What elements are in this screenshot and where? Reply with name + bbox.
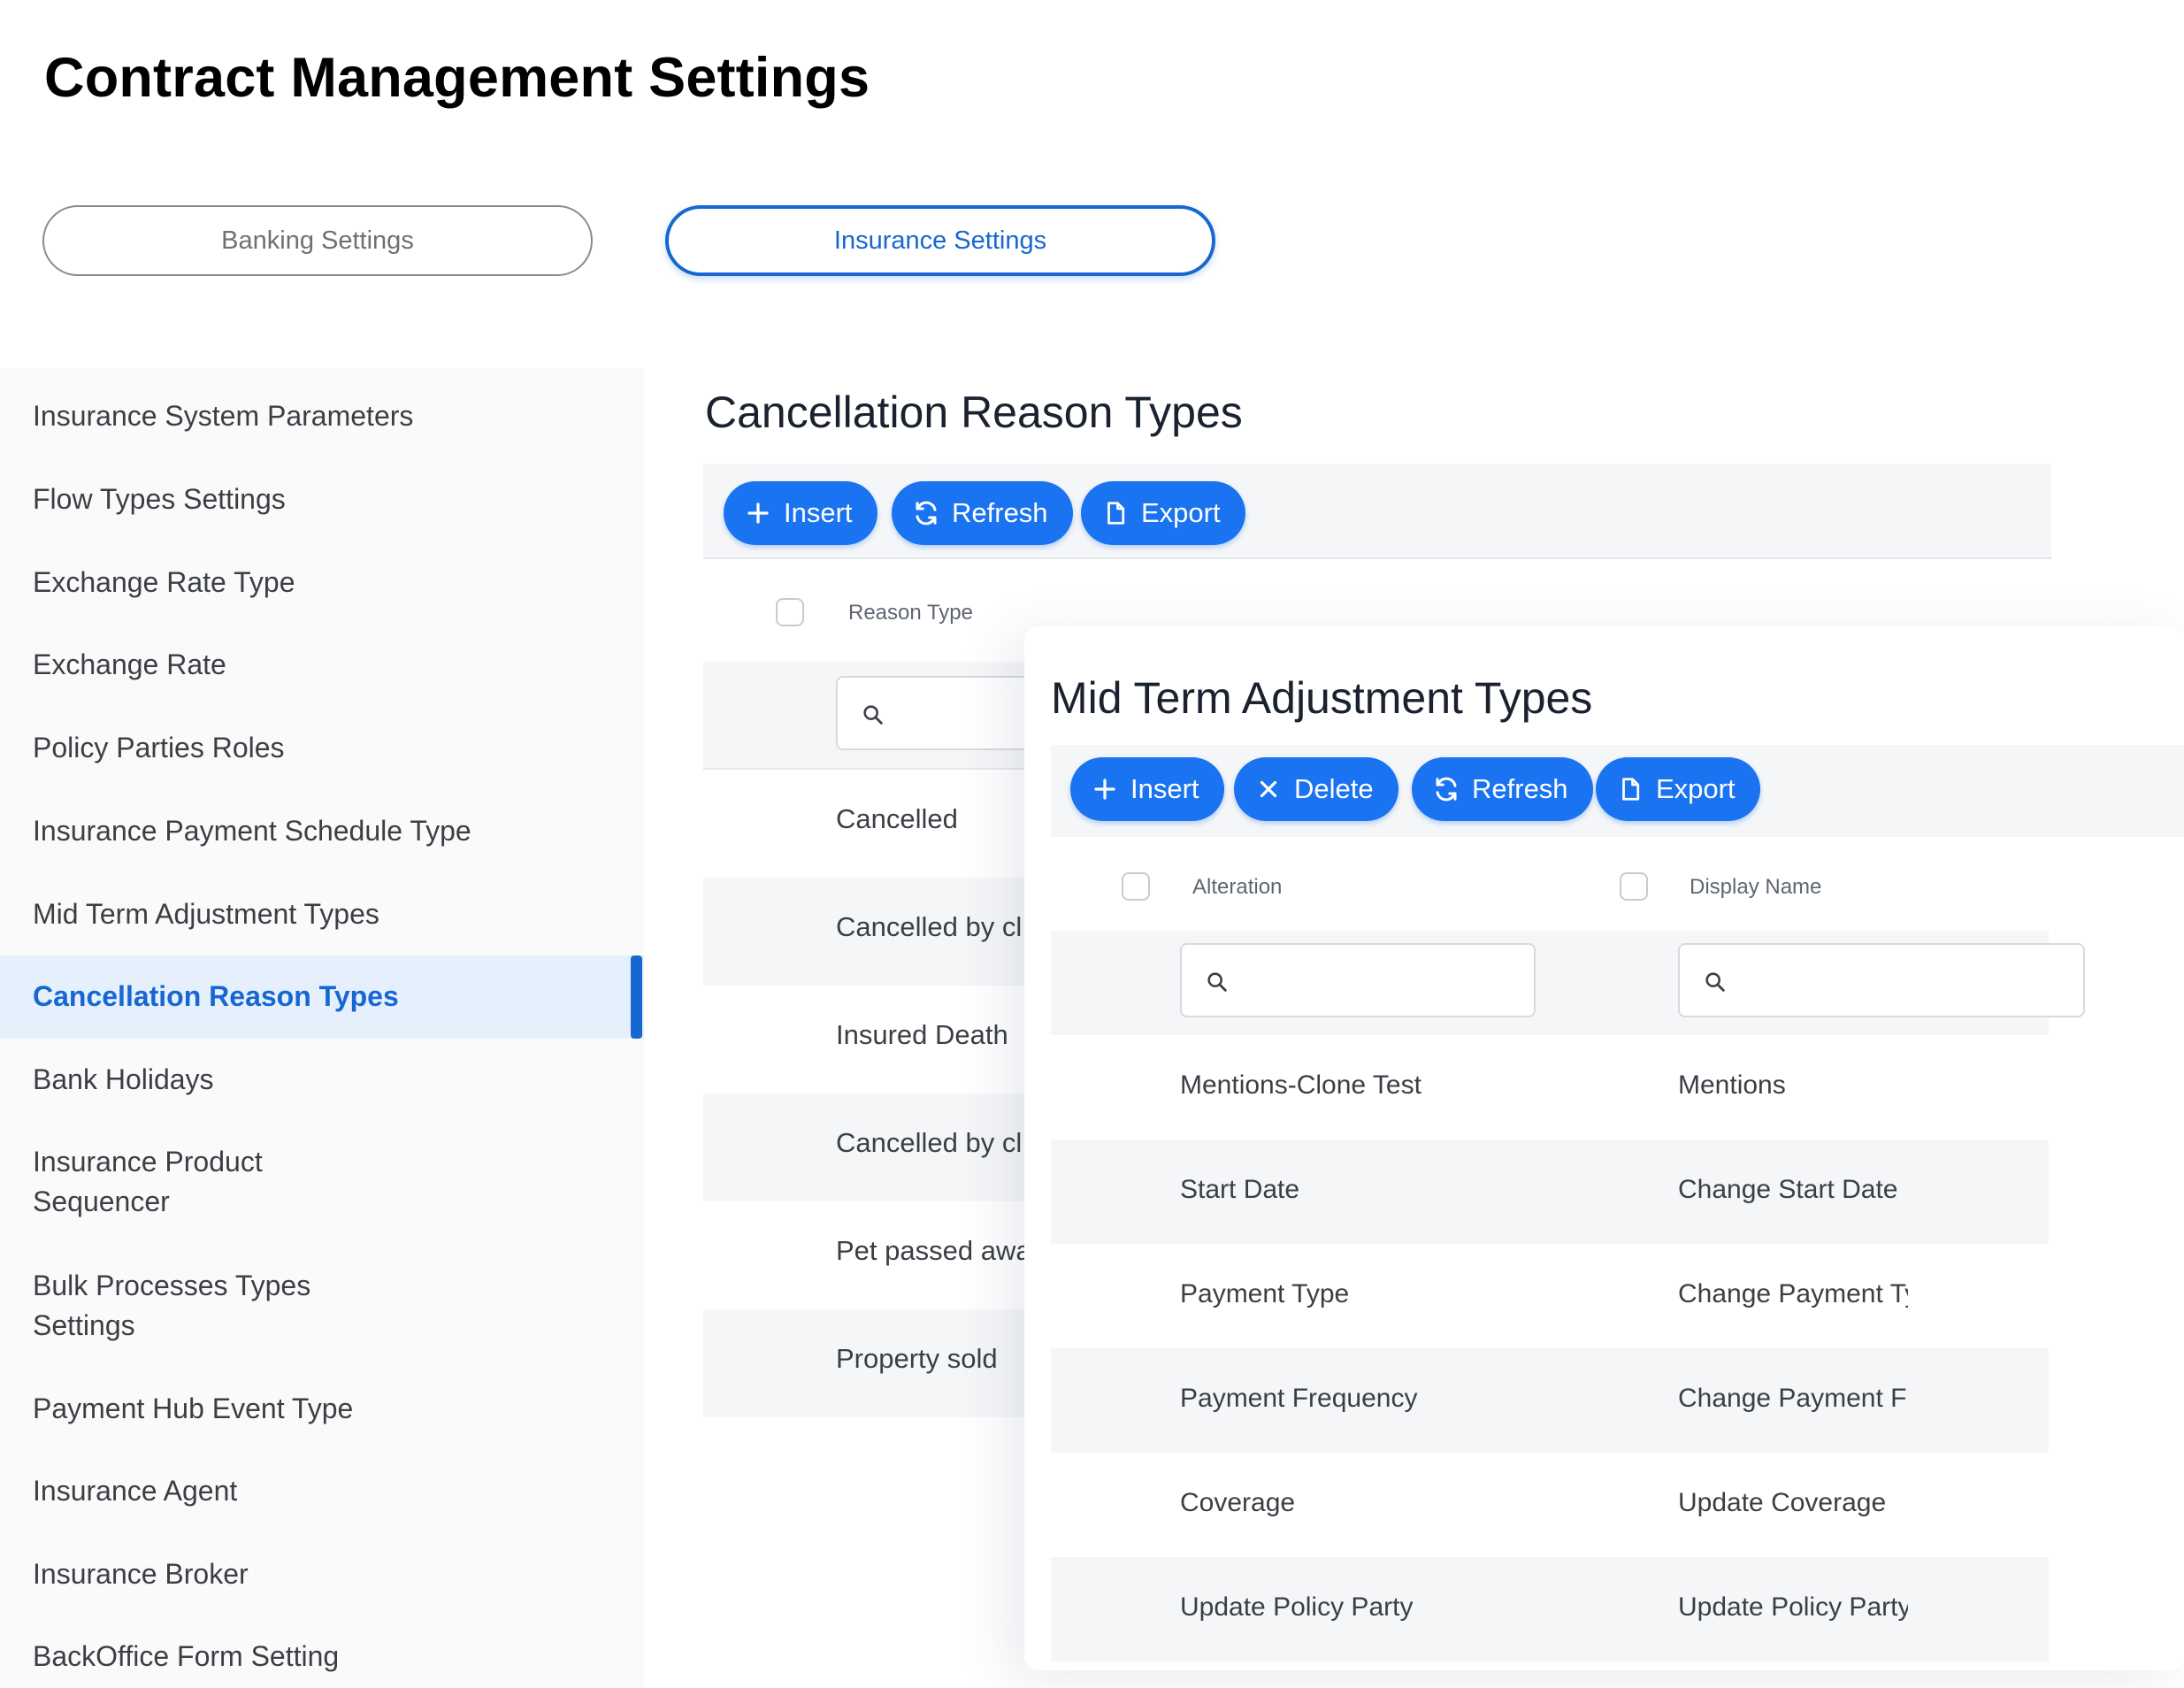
display-name-cell: Update Coverage xyxy=(1678,1488,1887,1517)
sidebar-item-payment-hub-event-type[interactable]: Payment Hub Event Type xyxy=(33,1389,617,1429)
plus-icon xyxy=(747,503,769,524)
cancellation-refresh-button[interactable]: Refresh xyxy=(892,481,1073,545)
sidebar-item-cancellation-reason-types[interactable]: Cancellation Reason Types xyxy=(33,977,617,1017)
mid-term-delete-button[interactable]: Delete xyxy=(1234,757,1399,821)
sidebar-item-insurance-payment-schedule-type[interactable]: Insurance Payment Schedule Type xyxy=(33,811,617,851)
select-all-checkbox[interactable] xyxy=(776,598,804,626)
mid-term-refresh-button[interactable]: Refresh xyxy=(1412,757,1593,821)
display-name-cell: Change Payment Type xyxy=(1678,1279,1908,1308)
alteration-cell: Payment Type xyxy=(1180,1279,1350,1308)
table-row[interactable]: Coverage Update Coverage xyxy=(1051,1453,2049,1557)
sidebar-item-mid-term-adjustment-types[interactable]: Mid Term Adjustment Types xyxy=(33,894,617,934)
mid-term-adjustment-panel: Mid Term Adjustment Types Insert Delete … xyxy=(1024,626,2184,1670)
file-icon xyxy=(1107,502,1125,525)
alteration-search-input[interactable] xyxy=(1180,943,1536,1017)
sidebar-item-policy-parties-roles[interactable]: Policy Parties Roles xyxy=(33,728,617,768)
table-row[interactable]: Update Policy Party Update Policy Party xyxy=(1051,1557,2049,1661)
refresh-label: Refresh xyxy=(1472,773,1568,804)
close-icon xyxy=(1260,780,1277,798)
sidebar-item-bulk-processes-types-settings[interactable]: Bulk Processes Types Settings xyxy=(33,1266,333,1346)
column-header-reason-type[interactable]: Reason Type xyxy=(848,601,973,625)
column-header-alteration[interactable]: Alteration xyxy=(1192,875,1282,900)
cancellation-section-title: Cancellation Reason Types xyxy=(705,387,1243,437)
export-label: Export xyxy=(1656,773,1736,804)
reason-type-cell: Cancelled xyxy=(836,803,958,834)
reason-type-cell: Cancelled by cl xyxy=(836,911,1023,942)
reason-type-cell: Insured Death xyxy=(836,1019,1008,1050)
search-icon xyxy=(1207,972,1227,992)
display-name-cell: Change Start Date xyxy=(1678,1175,1898,1204)
alteration-cell: Payment Frequency xyxy=(1180,1384,1418,1413)
mid-term-export-button[interactable]: Export xyxy=(1596,757,1760,821)
display-name-cell: Update Policy Party xyxy=(1678,1592,1908,1622)
alteration-cell: Coverage xyxy=(1180,1488,1296,1517)
sidebar-item-exchange-rate-type[interactable]: Exchange Rate Type xyxy=(33,563,617,602)
refresh-label: Refresh xyxy=(952,497,1048,528)
page-title: Contract Management Settings xyxy=(44,47,870,109)
file-icon xyxy=(1622,778,1640,801)
display-name-search-input[interactable] xyxy=(1678,943,2085,1017)
table-row[interactable]: Mentions-Clone Test Mentions xyxy=(1051,1035,2049,1139)
search-icon xyxy=(863,705,883,725)
mid-term-section-title: Mid Term Adjustment Types xyxy=(1051,673,1593,723)
sidebar-item-insurance-broker[interactable]: Insurance Broker xyxy=(33,1554,617,1594)
mid-term-filter-row xyxy=(1051,931,2085,1035)
sidebar-item-insurance-system-parameters[interactable]: Insurance System Parameters xyxy=(33,396,617,436)
sidebar-item-backoffice-form-setting[interactable]: BackOffice Form Setting xyxy=(33,1637,617,1676)
reason-type-cell: Property sold xyxy=(836,1343,998,1374)
insert-label: Insert xyxy=(784,497,853,528)
insert-label: Insert xyxy=(1130,773,1199,804)
cancellation-insert-button[interactable]: Insert xyxy=(724,481,877,545)
select-all-display-name-checkbox[interactable] xyxy=(1620,872,1648,901)
alteration-cell: Update Policy Party xyxy=(1180,1592,1414,1622)
display-name-cell: Mentions xyxy=(1678,1070,1786,1100)
sidebar-item-insurance-agent[interactable]: Insurance Agent xyxy=(33,1471,617,1511)
search-icon xyxy=(1705,972,1725,992)
sidebar-item-insurance-product-sequencer[interactable]: Insurance Product Sequencer xyxy=(33,1142,325,1222)
mid-term-insert-button[interactable]: Insert xyxy=(1070,757,1224,821)
sidebar-item-exchange-rate[interactable]: Exchange Rate xyxy=(33,645,617,685)
reason-type-cell: Pet passed awa xyxy=(836,1235,1031,1266)
table-row[interactable]: Start Date Change Start Date xyxy=(1051,1139,2049,1244)
sidebar-selected-indicator xyxy=(631,955,642,1039)
table-row[interactable]: Payment Type Change Payment Type xyxy=(1051,1244,2049,1348)
export-label: Export xyxy=(1141,497,1221,528)
plus-icon xyxy=(1094,779,1115,800)
select-all-alteration-checkbox[interactable] xyxy=(1122,872,1150,901)
refresh-icon xyxy=(916,501,937,526)
refresh-icon xyxy=(1436,777,1457,802)
table-row[interactable]: Payment Frequency Change Payment Frequen… xyxy=(1051,1348,2049,1453)
delete-label: Delete xyxy=(1294,773,1374,804)
tab-banking-settings[interactable]: Banking Settings xyxy=(42,205,593,276)
tab-insurance-settings[interactable]: Insurance Settings xyxy=(665,205,1215,276)
display-name-cell: Change Payment Frequency xyxy=(1678,1384,1908,1413)
column-header-display-name[interactable]: Display Name xyxy=(1690,875,1821,900)
cancellation-export-button[interactable]: Export xyxy=(1081,481,1245,545)
sidebar-item-flow-types-settings[interactable]: Flow Types Settings xyxy=(33,480,617,519)
alteration-cell: Start Date xyxy=(1180,1175,1300,1204)
sidebar-item-bank-holidays[interactable]: Bank Holidays xyxy=(33,1060,617,1100)
reason-type-cell: Cancelled by cl xyxy=(836,1127,1023,1158)
mid-term-table-header: Alteration Display Name xyxy=(1051,837,2049,936)
alteration-cell: Mentions-Clone Test xyxy=(1180,1070,1422,1100)
